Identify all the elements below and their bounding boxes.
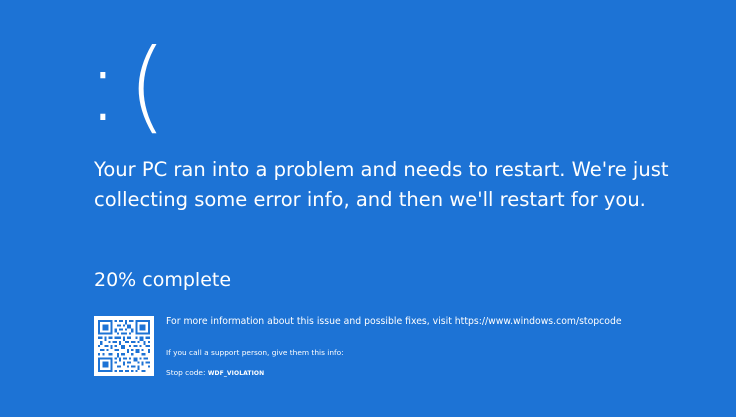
stop-code-label: Stop code: [166,368,206,377]
progress-text: 20% complete [94,269,232,291]
error-message: Your PC ran into a problem and needs to … [94,158,669,211]
sad-face-emoticon: :( [86,27,175,144]
stop-code-value: WDF_VIOLATION [207,370,265,377]
support-prompt-text: If you call a support person, give them … [166,348,344,357]
bsod-screen: :( Your PC ran into a problem and needs … [0,0,736,417]
qr-code-icon [94,316,154,376]
more-info-text: For more information about this issue an… [166,316,622,327]
stop-code-line: Stop code: WDF_VIOLATION [166,368,264,379]
